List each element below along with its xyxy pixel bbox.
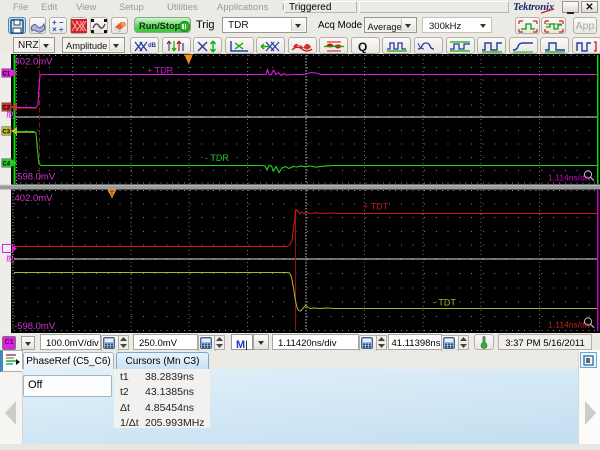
svg-text:1.114ns/div: 1.114ns/div (548, 320, 592, 330)
svg-text:dB: dB (148, 43, 156, 49)
svg-text:C3: C3 (2, 129, 10, 135)
svg-text:1.114ns/div: 1.114ns/div (548, 173, 592, 183)
svg-text:-598.0mV: -598.0mV (14, 321, 56, 332)
svg-text:C1: C1 (2, 71, 10, 77)
svg-text:+ TDT: + TDT (363, 202, 389, 212)
svg-text:402.0mV: 402.0mV (15, 57, 54, 68)
svg-text:- TDR: - TDR (205, 153, 229, 163)
svg-text:- TDT: - TDT (433, 298, 456, 308)
svg-text:-598.0mV: -598.0mV (14, 172, 56, 183)
svg-text:Q: Q (358, 40, 367, 53)
svg-text:+ TDR: + TDR (147, 66, 174, 76)
svg-text:C4: C4 (2, 161, 10, 167)
svg-text:402.0mV: 402.0mV (15, 193, 54, 204)
